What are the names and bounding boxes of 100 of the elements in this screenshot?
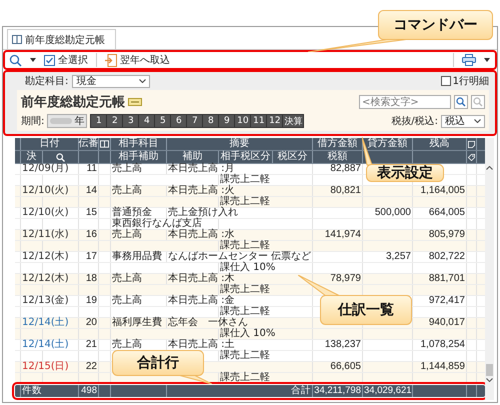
summary-cell: 本日売上高 :金 [167,296,313,306]
column-header: 相手科目 [111,138,167,150]
account-select[interactable]: 現金 [72,74,150,88]
date-cell: 12/10(火) [21,186,79,196]
tax-category-cell: 課売上二軽 [219,197,313,207]
balance-cell: 881,701 [413,274,467,284]
import-button[interactable]: 翌年へ取込 [103,52,172,68]
account-cell: 売上高 [111,296,167,306]
summary-cell: 忘年会 一休さん [167,318,313,328]
account-label: 勘定科目: [25,74,68,88]
chevron-down-icon [474,119,481,123]
chevron-up-icon[interactable] [486,166,493,170]
year-field[interactable]: 年 [47,114,88,128]
balance-cell: 1,144,859 [413,362,467,372]
search-field[interactable]: <検索文字> [359,95,451,109]
scroll-thumb[interactable] [486,364,493,376]
one-line-checkbox[interactable]: 1行明細 [440,74,489,88]
tax-select[interactable]: 税込 [441,114,485,128]
select-all-button[interactable]: 全選択 [42,52,90,68]
balance-cell: 972,417 [413,296,467,306]
month-button[interactable]: 決算 [283,115,304,127]
caret-icon [30,58,36,62]
month-button[interactable]: 11 [251,115,266,127]
date-cell: 12/15(日) [21,362,79,372]
search-button[interactable] [454,95,468,109]
balance-cell: 802,722 [413,252,467,262]
month-button[interactable]: 12 [267,115,282,127]
book-icon [100,140,109,148]
month-button[interactable]: 1 [91,115,106,127]
search-button[interactable] [7,52,24,68]
month-button[interactable]: 7 [187,115,202,127]
month-button[interactable]: 8 [203,115,218,127]
book-icon [12,35,22,44]
callout-label: 表示設定 [377,165,433,181]
date-cell: 12/13(金) [21,296,79,306]
callout-label: 合計行 [137,355,179,371]
month-button[interactable]: 6 [171,115,186,127]
account-cell: 福利厚生費 [111,318,167,328]
account-cell: 事務用品費 [111,252,167,262]
debit-cell: 82,887 [313,164,363,174]
date-cell: 12/10(火) [21,208,79,218]
account-cell: 普通預金 [111,208,167,218]
date-cell: 12/14(土) [21,340,79,350]
summary-cell: 本日売上高 :月 [167,164,313,174]
voucher-number-cell: 16 [79,230,99,240]
voucher-number-cell: 15 [79,208,99,218]
voucher-number-cell: 22 [79,362,99,372]
scrollbar[interactable] [485,138,494,400]
chevron-down-icon[interactable] [486,378,493,382]
voucher-number-cell: 19 [79,296,99,306]
date-cell: 12/12(木) [21,252,79,262]
ledger-title: 前年度総勘定元帳 [21,94,125,111]
summary-cell: 本日売上高 :火 [167,186,313,196]
tax-category-cell: 課売上二軽 [219,175,313,185]
printer-icon[interactable] [460,52,478,68]
voucher-number-cell: 14 [79,186,99,196]
debit-cell: 66,605 [313,362,363,372]
column-header: 残高 [413,138,467,150]
month-button[interactable]: 9 [219,115,234,127]
caret-icon [484,58,490,62]
credit-cell: 3,257 [363,252,413,262]
voucher-number-cell: 20 [79,318,99,328]
document-tab[interactable]: 前年度総勘定元帳 [7,29,116,49]
summary-cell: 売上金預け入れ [167,208,313,218]
month-button[interactable]: 4 [139,115,154,127]
summary-cell: なんばホームセンター 伝票など [167,252,313,262]
column-header: 相手税区分 [219,151,273,163]
month-button[interactable]: 3 [123,115,138,127]
date-cell: 12/12(木) [21,274,79,284]
balance-cell: 1,078,254 [413,340,467,350]
date-cell: 12/14(土) [21,318,79,328]
column-header: 補助 [167,151,219,163]
count-value: 498 [79,385,99,397]
month-button[interactable]: 10 [235,115,250,127]
count-label: 件数 [21,385,79,397]
account-cell: 売上高 [111,164,167,174]
voucher-number-cell: 17 [79,252,99,262]
callout-label: 仕訳一覧 [338,302,394,318]
tax-category-cell: 課売上二軽 [219,307,313,317]
column-header: 税区分 [273,151,313,163]
summary-cell: 本日売上高 :水 [167,230,313,240]
debit-cell: 138,237 [313,340,363,350]
month-button[interactable]: 2 [107,115,122,127]
month-button[interactable]: 5 [155,115,170,127]
column-header: 相手補助 [111,151,167,163]
column-header: 決 [21,151,43,163]
note-icon [468,140,475,148]
checkbox-icon [44,54,55,66]
balance-cell: 664,005 [413,208,467,218]
account-cell: 売上高 [111,274,167,284]
chevron-down-icon [139,79,146,83]
tax-category-cell: 課売上二軽 [219,351,313,361]
balance-cell: 940,017 [413,318,467,328]
label-icon [128,98,142,106]
account-cell: 売上高 [111,230,167,240]
total-label: 合計 [167,385,313,397]
balance-cell: 1,164,005 [413,186,467,196]
credit-total: 34,029,621 [363,385,413,397]
column-header: 税額 [313,151,363,163]
sub-account-cell: 東西銀行なんば支店 [111,219,219,229]
